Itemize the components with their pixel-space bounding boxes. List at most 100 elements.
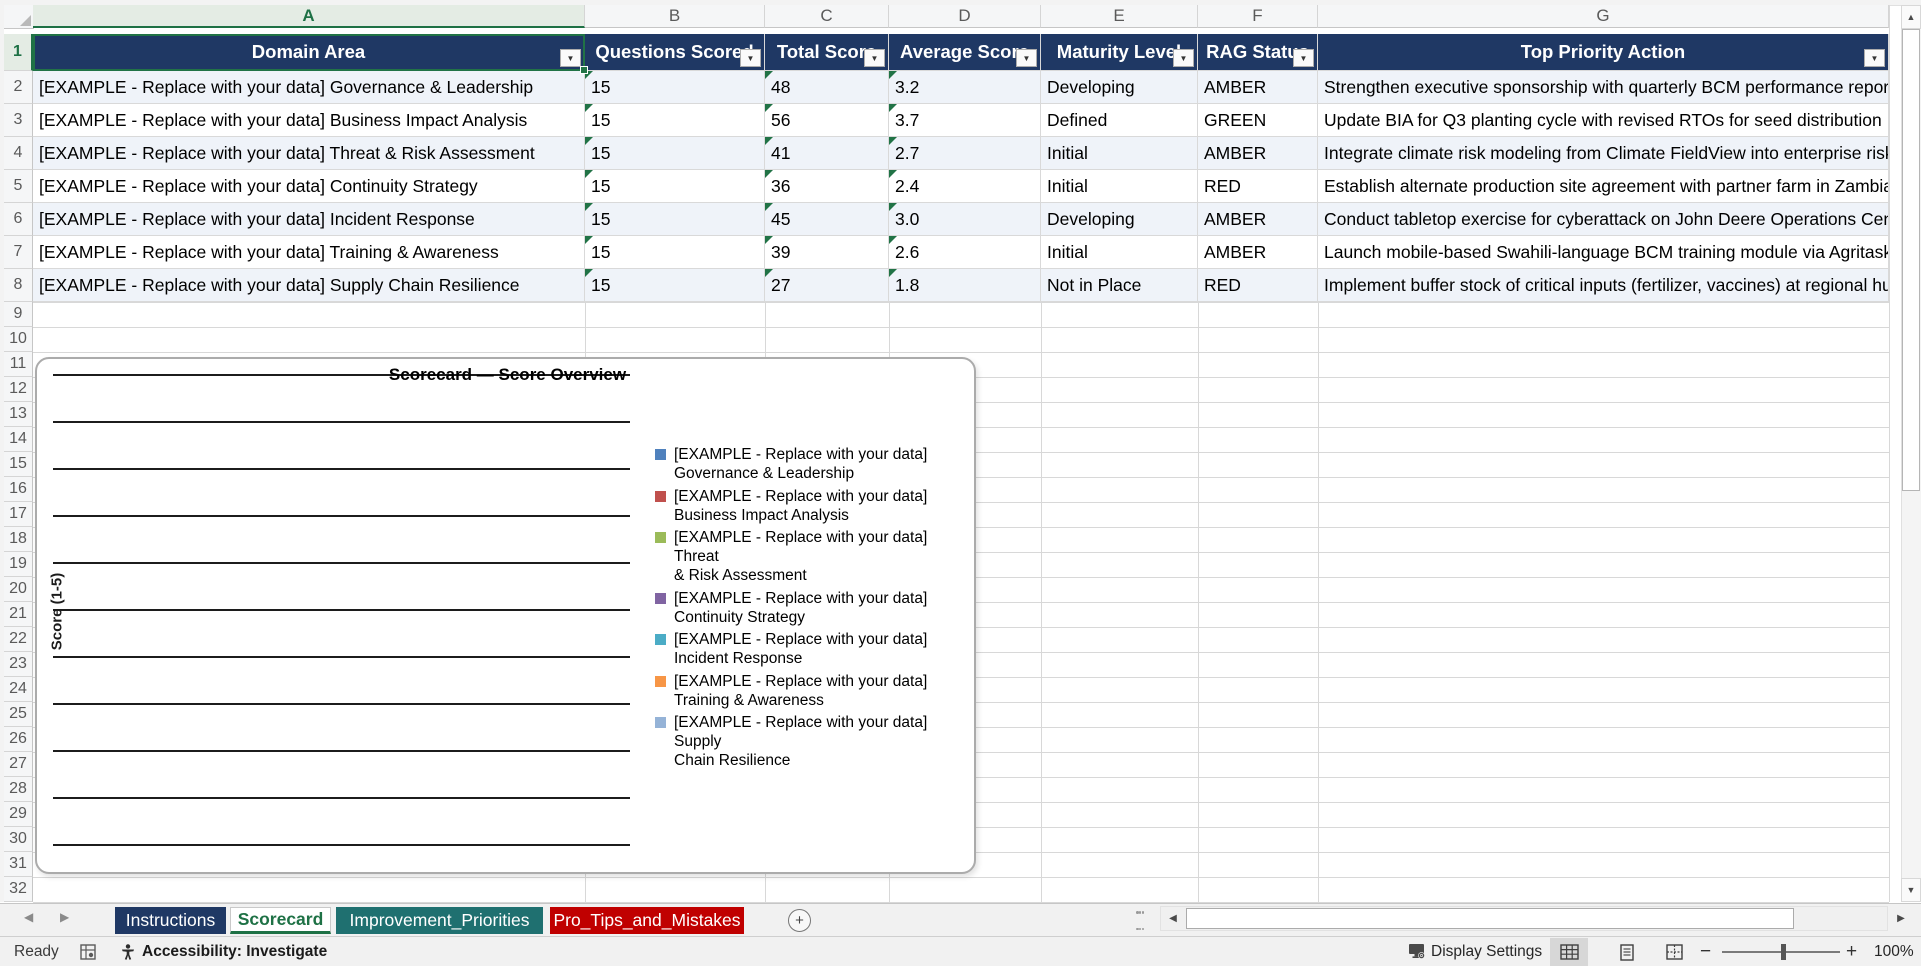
column-header-F[interactable]: F: [1198, 5, 1318, 28]
cell-G4[interactable]: Integrate climate risk modeling from Cli…: [1318, 137, 1889, 170]
cell-E2[interactable]: Developing: [1041, 71, 1198, 104]
header-cell-F1[interactable]: RAG Status ▼: [1198, 34, 1318, 71]
cell-F7[interactable]: AMBER: [1198, 236, 1318, 269]
cell-B5[interactable]: 15: [585, 170, 765, 203]
cell-E7[interactable]: Initial: [1041, 236, 1198, 269]
cell-G3[interactable]: Update BIA for Q3 planting cycle with re…: [1318, 104, 1889, 137]
cell-A8[interactable]: [EXAMPLE - Replace with your data] Suppl…: [33, 269, 585, 302]
row-header-8[interactable]: 8: [4, 269, 33, 302]
row-header-15[interactable]: 15: [4, 452, 33, 477]
page-layout-view-icon[interactable]: [1608, 938, 1646, 966]
cell-C2[interactable]: 48: [765, 71, 889, 104]
row-header-24[interactable]: 24: [4, 677, 33, 702]
filter-dropdown-icon[interactable]: ▼: [1293, 49, 1314, 67]
row-header-3[interactable]: 3: [4, 104, 33, 137]
cell-E4[interactable]: Initial: [1041, 137, 1198, 170]
row-header-25[interactable]: 25: [4, 702, 33, 727]
row-header-10[interactable]: 10: [4, 327, 33, 352]
cell-D6[interactable]: 3.0: [889, 203, 1041, 236]
cell-A7[interactable]: [EXAMPLE - Replace with your data] Train…: [33, 236, 585, 269]
vertical-scrollbar-thumb[interactable]: [1902, 29, 1920, 491]
row-header-5[interactable]: 5: [4, 170, 33, 203]
cell-D8[interactable]: 1.8: [889, 269, 1041, 302]
tab-improvement_priorities[interactable]: Improvement_Priorities: [336, 907, 543, 934]
row-header-20[interactable]: 20: [4, 577, 33, 602]
column-header-E[interactable]: E: [1041, 5, 1198, 28]
cell-C8[interactable]: 27: [765, 269, 889, 302]
cell-A4[interactable]: [EXAMPLE - Replace with your data] Threa…: [33, 137, 585, 170]
header-cell-C1[interactable]: Total Score ▼: [765, 34, 889, 71]
accessibility-status[interactable]: Accessibility: Investigate: [142, 937, 327, 966]
cell-D4[interactable]: 2.7: [889, 137, 1041, 170]
row-header-19[interactable]: 19: [4, 552, 33, 577]
zoom-in-button[interactable]: +: [1846, 937, 1857, 966]
header-cell-G1[interactable]: Top Priority Action ▼: [1318, 34, 1889, 71]
row-header-27[interactable]: 27: [4, 752, 33, 777]
cell-E6[interactable]: Developing: [1041, 203, 1198, 236]
row-header-16[interactable]: 16: [4, 477, 33, 502]
row-header-2[interactable]: 2: [4, 71, 33, 104]
tab-instructions[interactable]: Instructions: [115, 907, 226, 934]
row-header-31[interactable]: 31: [4, 852, 33, 877]
filter-dropdown-icon[interactable]: ▼: [740, 49, 761, 67]
cell-G2[interactable]: Strengthen executive sponsorship with qu…: [1318, 71, 1889, 104]
column-header-A[interactable]: A: [33, 5, 585, 28]
row-header-4[interactable]: 4: [4, 137, 33, 170]
row-header-12[interactable]: 12: [4, 377, 33, 402]
display-settings-button[interactable]: Display Settings: [1431, 937, 1542, 966]
cell-D7[interactable]: 2.6: [889, 236, 1041, 269]
cell-B6[interactable]: 15: [585, 203, 765, 236]
header-cell-B1[interactable]: Questions Scored ▼: [585, 34, 765, 71]
cell-B7[interactable]: 15: [585, 236, 765, 269]
cell-C7[interactable]: 39: [765, 236, 889, 269]
cell-D2[interactable]: 3.2: [889, 71, 1041, 104]
macro-record-icon[interactable]: [80, 937, 96, 966]
row-header-6[interactable]: 6: [4, 203, 33, 236]
cell-G8[interactable]: Implement buffer stock of critical input…: [1318, 269, 1889, 302]
cell-C5[interactable]: 36: [765, 170, 889, 203]
cell-G6[interactable]: Conduct tabletop exercise for cyberattac…: [1318, 203, 1889, 236]
cell-B2[interactable]: 15: [585, 71, 765, 104]
tab-scroll-right-icon[interactable]: ▶: [60, 910, 69, 924]
cell-C3[interactable]: 56: [765, 104, 889, 137]
cell-E8[interactable]: Not in Place: [1041, 269, 1198, 302]
scroll-up-icon[interactable]: ▲: [1901, 5, 1921, 29]
zoom-level[interactable]: 100%: [1874, 937, 1914, 966]
tab-scroll-left-icon[interactable]: ◀: [24, 910, 33, 924]
cell-F8[interactable]: RED: [1198, 269, 1318, 302]
row-header-9[interactable]: 9: [4, 302, 33, 327]
row-header-17[interactable]: 17: [4, 502, 33, 527]
cell-A3[interactable]: [EXAMPLE - Replace with your data] Busin…: [33, 104, 585, 137]
column-header-G[interactable]: G: [1318, 5, 1889, 28]
horizontal-scrollbar-thumb[interactable]: [1186, 908, 1794, 929]
filter-dropdown-icon[interactable]: ▼: [1016, 49, 1037, 67]
cell-C4[interactable]: 41: [765, 137, 889, 170]
filter-dropdown-icon[interactable]: ▼: [864, 49, 885, 67]
row-header-7[interactable]: 7: [4, 236, 33, 269]
row-header-29[interactable]: 29: [4, 802, 33, 827]
zoom-slider-thumb[interactable]: [1781, 944, 1786, 960]
cell-F5[interactable]: RED: [1198, 170, 1318, 203]
tab-pro_tips_and_mistakes[interactable]: Pro_Tips_and_Mistakes: [550, 907, 744, 934]
header-cell-D1[interactable]: Average Score ▼: [889, 34, 1041, 71]
fill-handle[interactable]: [580, 66, 588, 74]
row-header-23[interactable]: 23: [4, 652, 33, 677]
row-header-14[interactable]: 14: [4, 427, 33, 452]
cell-G7[interactable]: Launch mobile-based Swahili-language BCM…: [1318, 236, 1889, 269]
row-header-18[interactable]: 18: [4, 527, 33, 552]
column-header-C[interactable]: C: [765, 5, 889, 28]
normal-view-icon[interactable]: [1550, 938, 1588, 966]
scorecard-chart[interactable]: Scorecard — Score Overview Score (1-5) […: [35, 357, 976, 874]
page-break-view-icon[interactable]: [1655, 938, 1693, 966]
cell-B3[interactable]: 15: [585, 104, 765, 137]
cell-E5[interactable]: Initial: [1041, 170, 1198, 203]
cell-E3[interactable]: Defined: [1041, 104, 1198, 137]
cell-F3[interactable]: GREEN: [1198, 104, 1318, 137]
row-header-28[interactable]: 28: [4, 777, 33, 802]
scroll-right-icon[interactable]: ▶: [1891, 908, 1911, 929]
tab-scorecard[interactable]: Scorecard: [230, 907, 331, 934]
row-header-26[interactable]: 26: [4, 727, 33, 752]
column-header-D[interactable]: D: [889, 5, 1041, 28]
zoom-out-button[interactable]: −: [1700, 937, 1711, 966]
row-header-1[interactable]: 1: [4, 34, 33, 71]
